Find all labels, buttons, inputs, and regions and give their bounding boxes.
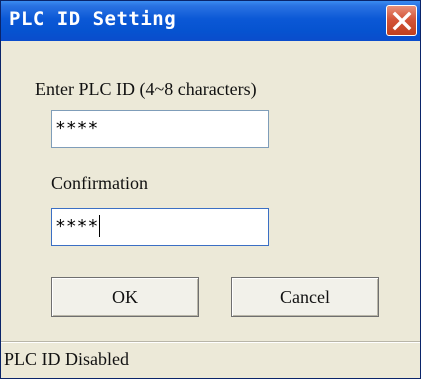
window-title: PLC ID Setting <box>9 8 177 30</box>
ok-button[interactable]: OK <box>51 277 199 317</box>
close-icon <box>392 11 411 30</box>
plc-id-setting-dialog: PLC ID Setting Enter PLC ID (4~8 charact… <box>0 0 421 379</box>
close-button[interactable] <box>386 5 417 36</box>
dialog-body: Enter PLC ID (4~8 characters) **** Confi… <box>1 41 420 378</box>
status-text: PLC ID Disabled <box>4 349 129 369</box>
cancel-button[interactable]: Cancel <box>231 277 379 317</box>
status-bar: PLC ID Disabled <box>1 341 420 378</box>
text-caret <box>99 215 101 237</box>
confirmation-label: Confirmation <box>51 173 148 193</box>
confirmation-value: **** <box>55 216 99 237</box>
title-bar[interactable]: PLC ID Setting <box>1 1 420 41</box>
confirmation-input[interactable]: **** <box>51 208 269 246</box>
plc-id-label: Enter PLC ID (4~8 characters) <box>35 79 257 99</box>
plc-id-input[interactable]: **** <box>51 110 269 148</box>
